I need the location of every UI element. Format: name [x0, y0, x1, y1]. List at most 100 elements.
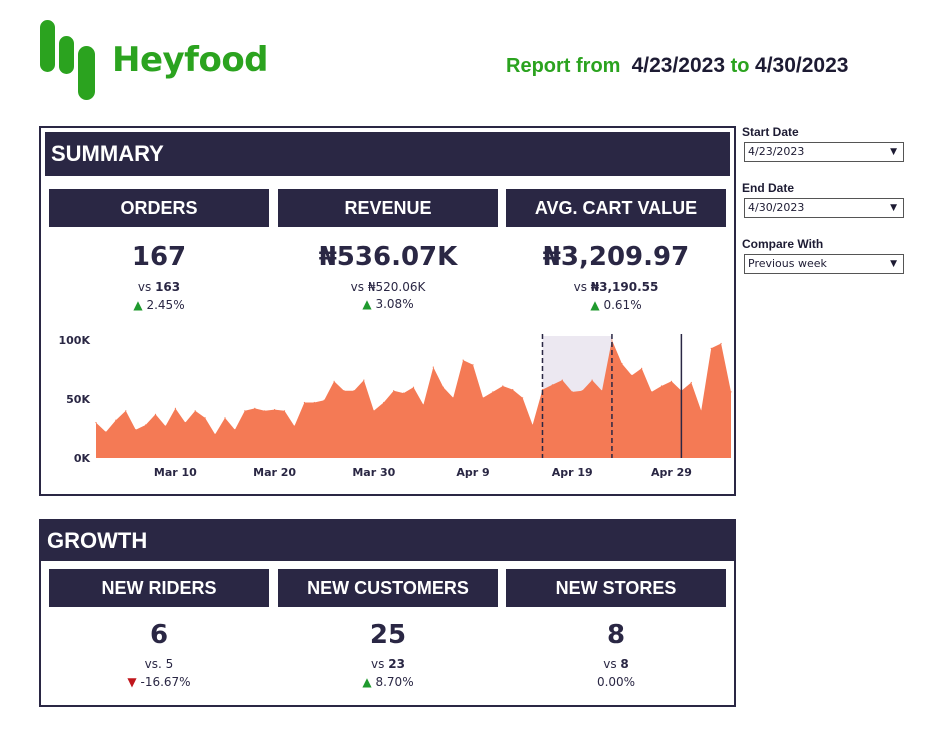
kpi-change-new-customers: ▲ 8.70% — [278, 675, 498, 689]
change-value: 3.08% — [375, 297, 414, 311]
summary-panel: SUMMARY ORDERS REVENUE AVG. CART VALUE 1… — [39, 126, 736, 496]
data-point — [422, 404, 424, 406]
dropdown-caret-icon: ▼ — [890, 203, 897, 213]
data-point — [313, 401, 315, 404]
kpi-header-new-customers: NEW CUSTOMERS — [278, 569, 498, 607]
end-date-value: 4/30/2023 — [748, 201, 805, 214]
data-point — [283, 410, 286, 412]
kpi-compare-new-stores: vs 8 — [506, 657, 726, 671]
vs-prefix: vs. — [144, 657, 162, 671]
vs-value: 23 — [388, 657, 405, 671]
kpi-value-revenue: ₦536.07K — [318, 242, 458, 272]
kpi-header-new-riders: NEW RIDERS — [49, 569, 269, 607]
end-date-select[interactable]: 4/30/2023 ▼ — [744, 198, 904, 218]
data-point — [571, 391, 573, 393]
growth-title: GROWTH — [41, 521, 734, 561]
data-point — [561, 379, 563, 381]
report-connector: to — [730, 55, 750, 77]
data-point — [393, 390, 395, 392]
kpi-change-revenue: ▲ 3.08% — [278, 297, 498, 311]
brand-name: Heyfood — [112, 40, 269, 80]
compare-with-value: Previous week — [748, 257, 827, 270]
data-point — [462, 359, 464, 361]
up-arrow-icon: ▲ — [590, 298, 600, 312]
data-point — [432, 366, 434, 368]
data-point — [254, 407, 256, 409]
vs-prefix: vs — [603, 657, 617, 671]
data-point — [710, 347, 712, 349]
kpi-change-avg-cart: ▲ 0.61% — [506, 298, 726, 312]
x-tick-label: Apr 19 — [552, 466, 593, 479]
data-point — [125, 410, 127, 412]
data-point — [244, 410, 246, 412]
data-point — [601, 390, 603, 392]
data-point — [224, 417, 226, 419]
revenue-area-series — [96, 340, 731, 458]
data-point — [442, 386, 444, 388]
down-arrow-icon: ▼ — [127, 675, 137, 689]
data-point — [591, 379, 593, 381]
revenue-area-chart[interactable]: 0K 50K 100K Mar 10 Mar 20 Mar 30 Apr 9 Apr 19 Ap… — [45, 324, 735, 490]
kpi-compare-revenue: vs ₦520.06K — [278, 280, 498, 294]
change-value: -16.67% — [140, 675, 191, 689]
data-point — [532, 424, 534, 426]
start-date-label: Start Date — [742, 125, 799, 139]
kpi-change-new-riders: ▼ -16.67% — [49, 675, 269, 689]
kpi-value-new-stores: 8 — [606, 620, 626, 650]
kpi-value-new-riders: 6 — [149, 620, 169, 650]
start-date-select[interactable]: 4/23/2023 ▼ — [744, 142, 904, 162]
change-value: 2.45% — [146, 298, 185, 312]
data-point — [184, 422, 186, 424]
data-point — [105, 431, 107, 433]
report-prefix: Report from — [506, 55, 621, 77]
data-point — [333, 380, 335, 382]
report-start-date: 4/23/2023 — [631, 54, 726, 77]
y-tick-label: 50K — [66, 393, 90, 406]
data-point — [581, 390, 583, 392]
data-point — [611, 339, 613, 341]
end-date-label: End Date — [742, 181, 795, 195]
data-point — [690, 381, 692, 384]
data-point — [720, 342, 722, 345]
data-point — [115, 419, 117, 421]
x-tick-label: Apr 9 — [456, 466, 489, 479]
growth-panel: GROWTH NEW RIDERS NEW CUSTOMERS NEW STOR… — [39, 519, 736, 707]
up-arrow-icon: ▲ — [133, 298, 143, 312]
data-point — [363, 379, 365, 381]
change-value: 8.70% — [375, 675, 414, 689]
vs-value: 5 — [165, 657, 174, 671]
data-point — [95, 422, 97, 424]
data-point — [303, 401, 305, 404]
vs-prefix: vs — [573, 280, 587, 294]
data-point — [214, 433, 216, 435]
data-point — [641, 367, 643, 369]
data-point — [274, 409, 276, 411]
kpi-change-new-stores: 0.00% — [506, 675, 726, 689]
data-point — [343, 390, 345, 392]
data-point — [670, 380, 673, 382]
kpi-header-revenue: REVENUE — [278, 189, 498, 227]
data-point — [204, 417, 206, 419]
report-end-date: 4/30/2023 — [755, 54, 849, 77]
dropdown-caret-icon: ▼ — [890, 259, 897, 269]
data-point — [323, 399, 325, 401]
data-point — [522, 397, 524, 399]
compare-with-label: Compare With — [742, 237, 824, 251]
data-point — [621, 363, 623, 365]
kpi-compare-avg-cart: vs ₦3,190.55 — [506, 280, 726, 294]
data-point — [353, 390, 355, 392]
data-point — [174, 407, 176, 409]
kpi-compare-new-riders: vs. 5 — [49, 657, 269, 671]
vs-value: ₦520.06K — [367, 280, 426, 294]
data-point — [700, 410, 702, 412]
data-point — [452, 397, 454, 399]
data-point — [234, 429, 236, 431]
kpi-value-avg-cart: ₦3,209.97 — [542, 242, 690, 272]
data-point — [164, 425, 167, 427]
data-point — [293, 425, 295, 427]
data-point — [551, 384, 553, 386]
data-point — [492, 391, 494, 393]
data-point — [631, 374, 633, 376]
x-tick-label: Mar 30 — [352, 466, 395, 479]
compare-with-select[interactable]: Previous week ▼ — [744, 254, 904, 274]
